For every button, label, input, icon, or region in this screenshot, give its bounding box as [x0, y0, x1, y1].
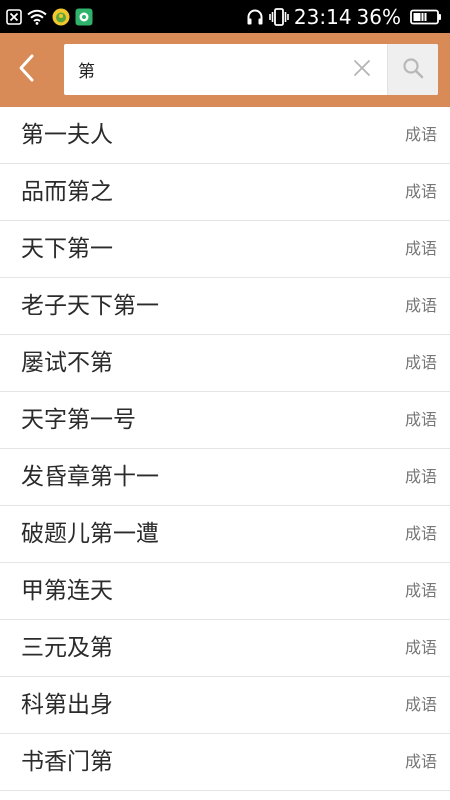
result-title: 破题儿第一遭 [21, 521, 159, 547]
result-title: 老子天下第一 [21, 293, 159, 319]
result-tag: 成语 [404, 125, 437, 144]
result-tag: 成语 [404, 524, 437, 543]
chevron-left-icon [17, 53, 37, 87]
close-icon [353, 59, 371, 81]
result-title: 屡试不第 [21, 350, 113, 376]
result-item[interactable]: 科第出身 成语 [0, 677, 450, 734]
result-tag: 成语 [404, 239, 437, 258]
result-item[interactable]: 甲第连天 成语 [0, 563, 450, 620]
back-button[interactable] [0, 33, 54, 107]
status-bar-right: 23:14 36% [246, 7, 442, 27]
result-title: 天字第一号 [21, 407, 136, 433]
result-list: 第一夫人 成语 品而第之 成语 天下第一 成语 老子天下第一 成语 屡试不第 成… [0, 107, 450, 800]
result-tag: 成语 [404, 182, 437, 201]
result-item[interactable]: 天下第一 成语 [0, 221, 450, 278]
result-title: 天下第一 [21, 236, 113, 262]
result-item[interactable]: 第一夫人 成语 [0, 107, 450, 164]
app-notification-icon-2 [75, 8, 93, 26]
battery-icon [410, 9, 442, 25]
result-tag: 成语 [404, 695, 437, 714]
result-title: 书香门第 [21, 749, 113, 775]
result-tag: 成语 [404, 752, 437, 771]
result-tag: 成语 [404, 296, 437, 315]
result-item[interactable]: 破题儿第一遭 成语 [0, 506, 450, 563]
status-time: 23:14 [293, 4, 352, 29]
result-title: 科第出身 [21, 692, 113, 718]
result-tag: 成语 [404, 353, 437, 372]
search-button[interactable] [387, 44, 438, 95]
vibrate-icon [269, 7, 289, 26]
status-bar-left [6, 8, 93, 26]
result-item[interactable]: 天字第一号 成语 [0, 392, 450, 449]
result-item[interactable]: 发昏章第十一 成语 [0, 449, 450, 506]
notification-x-icon [6, 8, 22, 25]
result-title: 第一夫人 [21, 122, 113, 148]
result-title: 三元及第 [21, 635, 113, 661]
search-icon [402, 57, 424, 83]
app-notification-icon [52, 8, 70, 26]
result-tag: 成语 [404, 410, 437, 429]
result-title: 发昏章第十一 [21, 464, 159, 490]
battery-percent: 36% [356, 4, 401, 29]
result-title: 品而第之 [21, 179, 113, 205]
result-item[interactable]: 屡试不第 成语 [0, 335, 450, 392]
result-item[interactable]: 老子天下第一 成语 [0, 278, 450, 335]
clear-button[interactable] [341, 44, 383, 95]
headphones-icon [246, 8, 264, 26]
status-bar: 23:14 36% [0, 0, 450, 33]
result-title: 甲第连天 [21, 578, 113, 604]
wifi-icon [27, 9, 47, 25]
result-item[interactable]: 书香门第 成语 [0, 734, 450, 791]
result-tag: 成语 [404, 467, 437, 486]
result-tag: 成语 [404, 581, 437, 600]
result-item[interactable]: 品而第之 成语 [0, 164, 450, 221]
result-tag: 成语 [404, 638, 437, 657]
search-box [64, 44, 438, 95]
search-header [0, 33, 450, 107]
result-item[interactable]: 三元及第 成语 [0, 620, 450, 677]
search-input[interactable] [64, 44, 354, 95]
